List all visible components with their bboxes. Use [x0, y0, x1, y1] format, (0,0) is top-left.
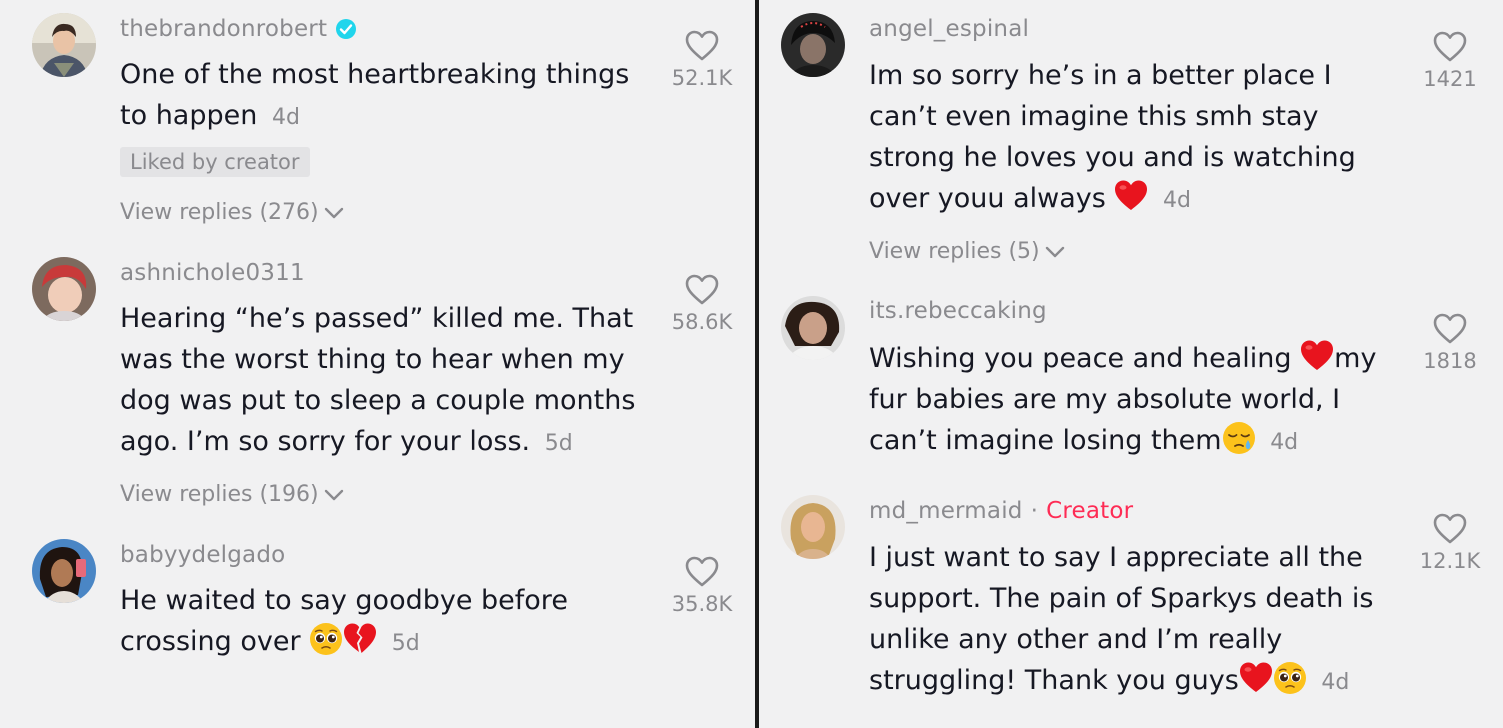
comment-timestamp: 4d [1270, 430, 1299, 455]
avatar[interactable] [781, 495, 845, 559]
username-text[interactable]: its.rebeccaking [869, 298, 1047, 324]
comment-username[interactable]: its.rebeccaking [869, 298, 1047, 324]
comment-body: Im so sorry he’s in a better place I can… [869, 60, 1356, 214]
heart-outline-icon[interactable] [685, 274, 719, 306]
heart-outline-icon[interactable] [685, 30, 719, 62]
chevron-down-icon [323, 488, 345, 502]
pleading-face-emoji-icon [1273, 661, 1307, 695]
like-button[interactable]: 1818 [1405, 313, 1495, 373]
right-comments-panel: angel_espinal Im so sorry he’s in a bett… [759, 0, 1503, 728]
like-count: 12.1K [1419, 549, 1481, 573]
chevron-down-icon [1044, 245, 1066, 259]
view-replies-button[interactable]: View replies (276) [120, 200, 345, 225]
username-text[interactable]: angel_espinal [869, 16, 1029, 42]
comment-text: Wishing you peace and healing my fur bab… [869, 338, 1409, 463]
avatar[interactable] [32, 539, 96, 603]
comment-text: Hearing “he’s passed” killed me. That wa… [120, 298, 650, 464]
avatar[interactable] [32, 13, 96, 77]
like-count: 52.1K [671, 66, 733, 90]
comment-timestamp: 5d [544, 431, 573, 456]
broken-heart-emoji-icon [343, 622, 377, 656]
like-count: 1421 [1423, 67, 1477, 91]
red-heart-emoji-icon [1114, 179, 1148, 213]
separator-dot: · [1030, 498, 1039, 524]
username-text[interactable]: ashnichole0311 [120, 260, 305, 286]
username-text[interactable]: md_mermaid [869, 498, 1023, 524]
heart-outline-icon[interactable] [1433, 513, 1467, 545]
comment-username[interactable]: ashnichole0311 [120, 260, 305, 286]
like-button[interactable]: 12.1K [1405, 513, 1495, 573]
like-button[interactable]: 35.8K [657, 556, 747, 616]
comment-text: I just want to say I appreciate all the … [869, 537, 1389, 703]
comment-timestamp: 4d [1163, 188, 1191, 213]
red-heart-emoji-icon [1300, 339, 1334, 373]
comment-username[interactable]: babyydelgado [120, 542, 285, 568]
avatar[interactable] [781, 296, 845, 360]
heart-outline-icon[interactable] [1433, 31, 1467, 63]
comment-username[interactable]: thebrandonrobert [120, 16, 357, 42]
like-button[interactable]: 58.6K [657, 274, 747, 334]
pleading-face-emoji-icon [309, 622, 343, 656]
view-replies-button[interactable]: View replies (5) [869, 239, 1066, 264]
comment-username[interactable]: angel_espinal [869, 16, 1029, 42]
comment-text: He waited to say goodbye before crossing… [120, 580, 650, 664]
avatar[interactable] [32, 257, 96, 321]
comment-body: One of the most heartbreaking things to … [120, 59, 630, 131]
like-count: 1818 [1423, 349, 1477, 373]
like-count: 35.8K [671, 592, 733, 616]
comment-timestamp: 4d [271, 105, 300, 130]
comment-username[interactable]: md_mermaid · Creator [869, 498, 1133, 524]
liked-by-creator-badge: Liked by creator [120, 147, 310, 177]
verified-badge-icon [336, 19, 357, 39]
sleepy-face-emoji-icon [1222, 421, 1256, 455]
comment-body-part: Wishing you peace and healing [869, 343, 1292, 374]
username-text[interactable]: thebrandonrobert [120, 16, 327, 42]
like-button[interactable]: 1421 [1405, 31, 1495, 91]
like-count: 58.6K [671, 310, 733, 334]
avatar[interactable] [781, 13, 845, 77]
view-replies-label[interactable]: View replies (276) [120, 200, 319, 225]
comment-timestamp: 5d [391, 631, 420, 656]
like-button[interactable]: 52.1K [657, 30, 747, 90]
view-replies-label[interactable]: View replies (196) [120, 482, 319, 507]
chevron-down-icon [323, 206, 345, 220]
comment-timestamp: 4d [1321, 670, 1350, 695]
username-text[interactable]: babyydelgado [120, 542, 285, 568]
heart-outline-icon[interactable] [685, 556, 719, 588]
view-replies-button[interactable]: View replies (196) [120, 482, 345, 507]
comment-text: Im so sorry he’s in a better place I can… [869, 55, 1399, 221]
heart-outline-icon[interactable] [1433, 313, 1467, 345]
view-replies-label[interactable]: View replies (5) [869, 239, 1040, 264]
creator-label: Creator [1046, 498, 1134, 524]
red-heart-emoji-icon [1239, 661, 1273, 695]
left-comments-panel: thebrandonrobert One of the most heartbr… [0, 0, 756, 728]
comment-text: One of the most heartbreaking things to … [120, 54, 660, 138]
